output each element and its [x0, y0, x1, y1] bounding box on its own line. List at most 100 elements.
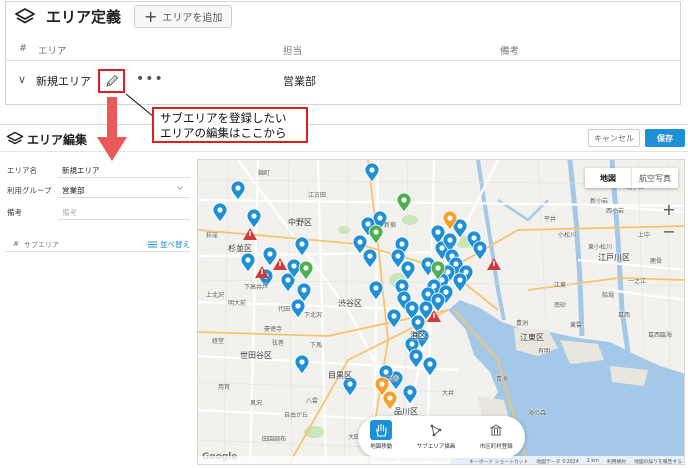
map-pin-icon[interactable] [452, 272, 468, 293]
subarea-column-number: # [13, 240, 19, 248]
map-minor-label: 江東 [554, 282, 567, 289]
map-pin-icon[interactable] [422, 356, 438, 377]
map-minor-label: 一之江 [628, 278, 647, 285]
map-minor-label: 明大前 [228, 300, 247, 307]
zoom-in-button[interactable]: + [660, 200, 678, 219]
field-underline [58, 219, 190, 220]
warning-icon[interactable] [273, 258, 287, 270]
map-pin-icon[interactable] [212, 202, 228, 223]
edit-panel-title: エリア編集 [27, 133, 88, 147]
map-minor-label: 青海 [496, 376, 509, 383]
map-move-label: 地図移動 [370, 444, 393, 450]
building-icon [485, 420, 507, 440]
map-label-koto: 江東区 [520, 333, 544, 342]
callout-line-2: エリアの編集はここから [160, 126, 287, 140]
map-label-meguro: 目黒区 [328, 371, 352, 380]
reorder-button[interactable]: 並べ替え [148, 239, 190, 250]
map-data-attribution: 地図データ ©2024 [536, 459, 579, 465]
map-pin-icon[interactable] [230, 180, 246, 201]
field-underline [58, 197, 190, 198]
warning-icon[interactable] [487, 258, 501, 270]
subarea-column-label: サブエリア [24, 241, 59, 249]
map-pin-icon[interactable] [240, 252, 256, 273]
keyboard-shortcuts-link[interactable]: キーボード ショートカット [469, 458, 528, 465]
column-header-owner: 担当 [283, 46, 303, 57]
subarea-divider [4, 251, 190, 252]
map-label-setagaya: 世田谷区 [240, 351, 272, 360]
map-minor-label: 豪徳寺 [264, 326, 283, 333]
map-minor-label: 葛西 [618, 312, 631, 319]
column-header-area: エリア [38, 46, 67, 57]
map-pin-icon[interactable] [290, 298, 306, 319]
map-minor-label: 用賀 [218, 384, 231, 391]
terms-link[interactable]: 利用規約 [607, 458, 626, 465]
map-minor-label: 荻窪 [206, 232, 219, 239]
map-minor-label: 鹿骨 [650, 258, 663, 265]
map-minor-label: 奥沢 [250, 400, 263, 407]
report-error-link[interactable]: 地図の誤りを報告する [634, 458, 682, 465]
municipality-register-tool[interactable]: 市区町村登録 [480, 420, 513, 450]
notes-input[interactable]: 備考 [62, 207, 77, 218]
map-minor-label: 自由が丘 [284, 412, 309, 419]
plus-icon: + [144, 6, 158, 26]
map-minor-label: 豊洲 [516, 320, 529, 327]
map-pin-icon[interactable] [368, 224, 384, 245]
column-header-number: # [19, 43, 27, 54]
pencil-icon [105, 74, 118, 87]
zoom-out-button[interactable]: − [660, 222, 678, 241]
map-pin-icon[interactable] [408, 348, 424, 369]
layers-icon [15, 8, 35, 24]
page-title: エリア定義 [46, 8, 122, 26]
map-minor-label: 新宿 [384, 222, 397, 229]
scale-label: 2 km [586, 458, 599, 464]
map-pin-icon[interactable] [298, 260, 314, 281]
map-minor-label: 東小松川 [588, 244, 613, 251]
map-pin-icon[interactable] [294, 354, 310, 375]
add-area-label: エリアを追加 [162, 13, 223, 24]
map-minor-label: 田園調布 [262, 436, 287, 443]
area-name-input[interactable]: 新規エリア [62, 165, 100, 176]
map-minor-label: 錦町 [258, 170, 271, 177]
map-move-tool[interactable]: 地図移動 [370, 420, 392, 450]
edit-area-button[interactable] [98, 69, 125, 93]
map-minor-label: 上中 [638, 232, 651, 239]
chevron-down-icon[interactable] [176, 184, 184, 192]
cancel-button[interactable]: キャンセル [588, 129, 640, 147]
field-underline [58, 177, 190, 178]
area-row-owner: 営業部 [283, 75, 316, 88]
group-select[interactable]: 営業部 [62, 185, 85, 196]
map-type-roadmap-button[interactable]: 地図 [585, 168, 632, 188]
expand-chevron-icon[interactable]: ∨ [18, 73, 26, 86]
map-pin-icon[interactable] [246, 208, 262, 229]
area-row-name: 新規エリア [36, 75, 91, 88]
map-label-nakano: 中野区 [288, 218, 312, 227]
map-minor-label: 東雲 [570, 322, 583, 329]
callout-line-1: サブエリアを登録したい [160, 111, 287, 125]
map-pin-icon[interactable] [262, 246, 278, 267]
map-type-satellite-button[interactable]: 航空写真 [632, 168, 678, 188]
map-label-shibuya: 渋谷区 [338, 299, 362, 308]
map-pin-icon[interactable] [368, 280, 384, 301]
map[interactable]: 中野区 杉並区 渋谷区 港区 世田谷区 目黒区 江戸川区 江東区 品川区 錦町 … [197, 159, 685, 465]
column-header-notes: 備考 [500, 46, 520, 57]
map-minor-label: 八雲 [306, 398, 319, 405]
map-minor-label: 代田 [278, 306, 291, 313]
map-pin-icon[interactable] [362, 248, 378, 269]
map-label-suginami: 杉並区 [228, 244, 252, 253]
map-label-edogawa: 江戸川区 [598, 253, 630, 262]
hand-icon [370, 420, 393, 440]
subarea-draw-tool[interactable]: サブエリア描画 [417, 420, 455, 450]
map-minor-label: 上北沢 [206, 292, 225, 299]
notes-label: 備考 [7, 208, 22, 217]
add-area-button[interactable]: + エリアを追加 [134, 5, 232, 28]
map-minor-label: 弦巻 [272, 340, 285, 347]
down-arrow-icon [97, 97, 127, 161]
save-button[interactable]: 保存 [645, 129, 685, 147]
map-pin-icon[interactable] [396, 192, 412, 213]
layers-icon [6, 131, 24, 145]
map-pin-icon[interactable] [472, 240, 488, 261]
map-pin-icon[interactable] [386, 308, 402, 329]
map-minor-label: 大崎 [386, 376, 399, 383]
map-minor-label: 経堂 [212, 338, 225, 345]
more-options-button[interactable]: ••• [136, 71, 164, 87]
